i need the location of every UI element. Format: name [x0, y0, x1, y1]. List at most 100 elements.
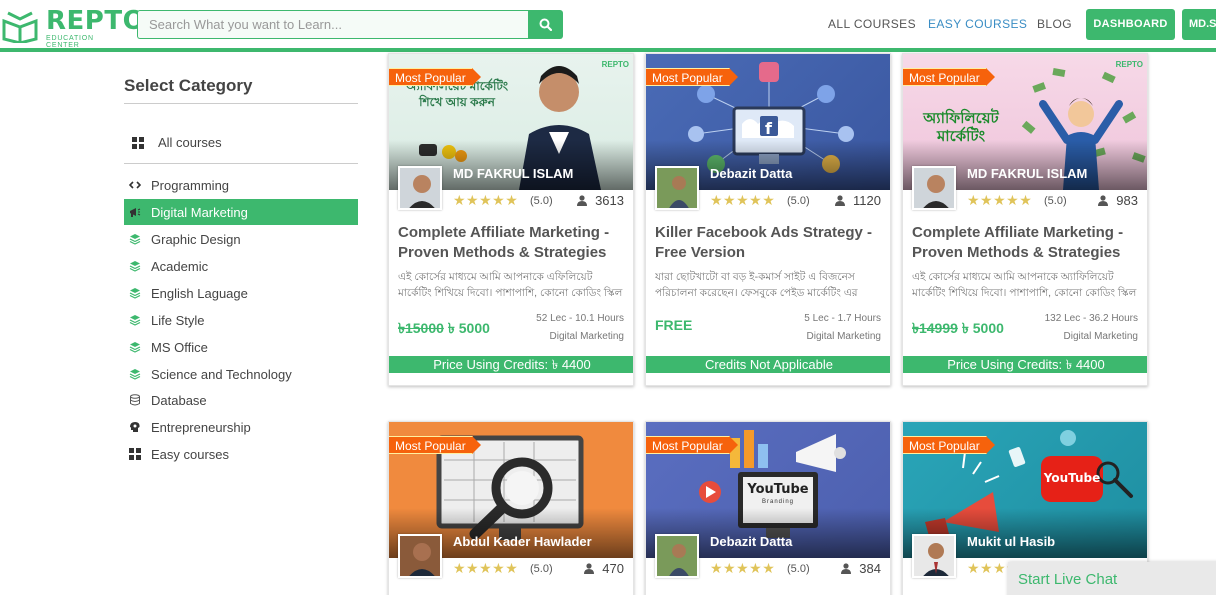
sidebar-item-database[interactable]: Database — [124, 387, 358, 413]
divider — [124, 103, 358, 104]
course-card[interactable]: অ্যাফিলিয়েট মার্কেটিং শিখে আয় করুন REP… — [388, 53, 634, 386]
student-count: 983 — [1098, 193, 1138, 208]
current-price: ৳ 5000 — [447, 320, 490, 336]
head-gear-icon — [130, 422, 140, 432]
sidebar-item-entrepreneurship[interactable]: Entrepreneurship — [124, 414, 358, 440]
sidebar-item-label: Programming — [151, 178, 230, 193]
sidebar-item-graphic-design[interactable]: Graphic Design — [124, 226, 358, 252]
credits-price-bar: Price Using Credits: ৳ 4400 — [903, 356, 1147, 373]
nav-easy-courses[interactable]: EASY COURSES — [928, 17, 1027, 31]
course-price: FREE — [655, 317, 692, 333]
instructor-name[interactable]: Abdul Kader Hawlader — [453, 534, 592, 549]
rating-value: (5.0) — [530, 563, 553, 575]
sidebar-item-science-technology[interactable]: Science and Technology — [124, 361, 358, 387]
layers-icon — [129, 234, 141, 245]
student-count-value: 3613 — [595, 193, 624, 208]
course-category: Digital Marketing — [1063, 331, 1138, 342]
divider — [124, 163, 358, 164]
database-icon — [130, 394, 140, 406]
sidebar-item-label: Digital Marketing — [151, 205, 248, 220]
user-menu-button[interactable]: MD.S — [1182, 9, 1216, 40]
sidebar-item-easy-courses[interactable]: Easy courses — [124, 441, 358, 467]
thumbnail-text: YouTube — [747, 482, 809, 497]
rating-stars: ★★★★★ — [453, 192, 519, 208]
live-chat-button[interactable]: Start Live Chat — [1008, 562, 1216, 595]
instructor-name[interactable]: MD FAKRUL ISLAM — [453, 166, 573, 181]
student-count-value: 983 — [1116, 193, 1138, 208]
sidebar-item-label: English Laguage — [151, 286, 248, 301]
instructor-avatar — [398, 534, 442, 578]
sidebar-item-digital-marketing[interactable]: Digital Marketing — [124, 199, 358, 225]
brand-tagline: EDUCATION CENTER — [46, 35, 94, 49]
book-logo-icon — [2, 11, 38, 43]
sidebar-item-english-language[interactable]: English Laguage — [124, 280, 358, 306]
user-icon — [577, 195, 588, 206]
student-count: 384 — [841, 561, 881, 576]
grid-icon — [129, 448, 141, 460]
current-price: ৳ 5000 — [961, 320, 1004, 336]
user-icon — [841, 563, 852, 574]
sidebar-item-life-style[interactable]: Life Style — [124, 307, 358, 333]
course-price: ৳14999 ৳ 5000 — [912, 317, 1004, 341]
code-icon — [129, 181, 141, 189]
student-count-value: 1120 — [853, 193, 881, 208]
course-card[interactable]: অ্যাফিলিয়েট মার্কেটিং REPTO Most Popula… — [902, 53, 1148, 386]
instructor-name[interactable]: Mukit ul Hasib — [967, 534, 1055, 549]
sidebar-item-academic[interactable]: Academic — [124, 253, 358, 279]
course-title[interactable]: Complete Affiliate Marketing - Proven Me… — [912, 223, 1142, 263]
student-count: 470 — [584, 561, 624, 576]
lecture-hours: 52 Lec - 10.1 Hours — [536, 313, 624, 324]
rating-value: (5.0) — [787, 563, 810, 575]
credits-price-bar: Price Using Credits: ৳ 4400 — [389, 356, 633, 373]
instructor-name[interactable]: MD FAKRUL ISLAM — [967, 166, 1087, 181]
sidebar-item-label: Science and Technology — [151, 367, 292, 382]
sidebar-item-label: Database — [151, 393, 207, 408]
student-count: 1120 — [835, 193, 881, 208]
sidebar-item-label: Graphic Design — [151, 232, 241, 247]
course-card[interactable]: YouTube Branding Most Popular Debazit Da… — [645, 421, 891, 595]
course-price: ৳15000 ৳ 5000 — [398, 317, 490, 341]
layers-icon — [129, 288, 141, 299]
current-price: FREE — [655, 317, 693, 333]
sidebar-item-ms-office[interactable]: MS Office — [124, 334, 358, 360]
sidebar-item-label: All courses — [158, 135, 222, 150]
most-popular-badge: Most Popular — [903, 436, 995, 454]
instructor-name[interactable]: Debazit Datta — [710, 166, 792, 181]
course-card[interactable]: Most Popular Abdul Kader Hawlader ★★★★★ … — [388, 421, 634, 595]
layers-icon — [129, 369, 141, 380]
search-input[interactable] — [137, 10, 528, 39]
search-button[interactable] — [528, 10, 563, 39]
instructor-name[interactable]: Debazit Datta — [710, 534, 792, 549]
sidebar-item-label: Academic — [151, 259, 209, 274]
instructor-avatar — [912, 534, 956, 578]
dashboard-button[interactable]: DASHBOARD — [1086, 9, 1175, 40]
instructor-avatar — [655, 534, 699, 578]
student-count-value: 384 — [859, 561, 881, 576]
rating-value: (5.0) — [1044, 195, 1067, 207]
nav-all-courses[interactable]: ALL COURSES — [828, 17, 916, 31]
repto-logo[interactable]: REPTO EDUCATION CENTER — [2, 6, 145, 49]
course-title[interactable]: Killer Facebook Ads Strategy - Free Vers… — [655, 223, 885, 263]
nav-blog[interactable]: BLOG — [1037, 17, 1072, 31]
course-card[interactable]: f Most Popular Debazit Datta ★★★★★ (5.0)… — [645, 53, 891, 386]
old-price: ৳15000 — [398, 320, 444, 336]
rating-stars: ★★★★★ — [967, 192, 1033, 208]
repto-mini-logo: REPTO — [1115, 60, 1143, 69]
most-popular-badge: Most Popular — [389, 436, 481, 454]
student-count-value: 470 — [602, 561, 624, 576]
course-category: Digital Marketing — [806, 331, 881, 342]
course-title[interactable]: Complete Affiliate Marketing - Proven Me… — [398, 223, 628, 263]
sidebar-item-label: Entrepreneurship — [151, 420, 251, 435]
search-bar — [137, 10, 563, 39]
student-count: 3613 — [577, 193, 624, 208]
grid-icon — [132, 137, 144, 149]
user-icon — [584, 563, 595, 574]
sidebar-item-programming[interactable]: Programming — [124, 172, 358, 198]
sidebar-item-label: MS Office — [151, 340, 208, 355]
instructor-avatar — [398, 166, 442, 210]
course-description: এই কোর্সের মাধ্যমে আমি আপনাকে অ্যাফিলিয়… — [912, 271, 1137, 299]
instructor-avatar — [912, 166, 956, 210]
user-icon — [835, 195, 846, 206]
search-icon — [539, 18, 552, 31]
most-popular-badge: Most Popular — [389, 68, 481, 86]
